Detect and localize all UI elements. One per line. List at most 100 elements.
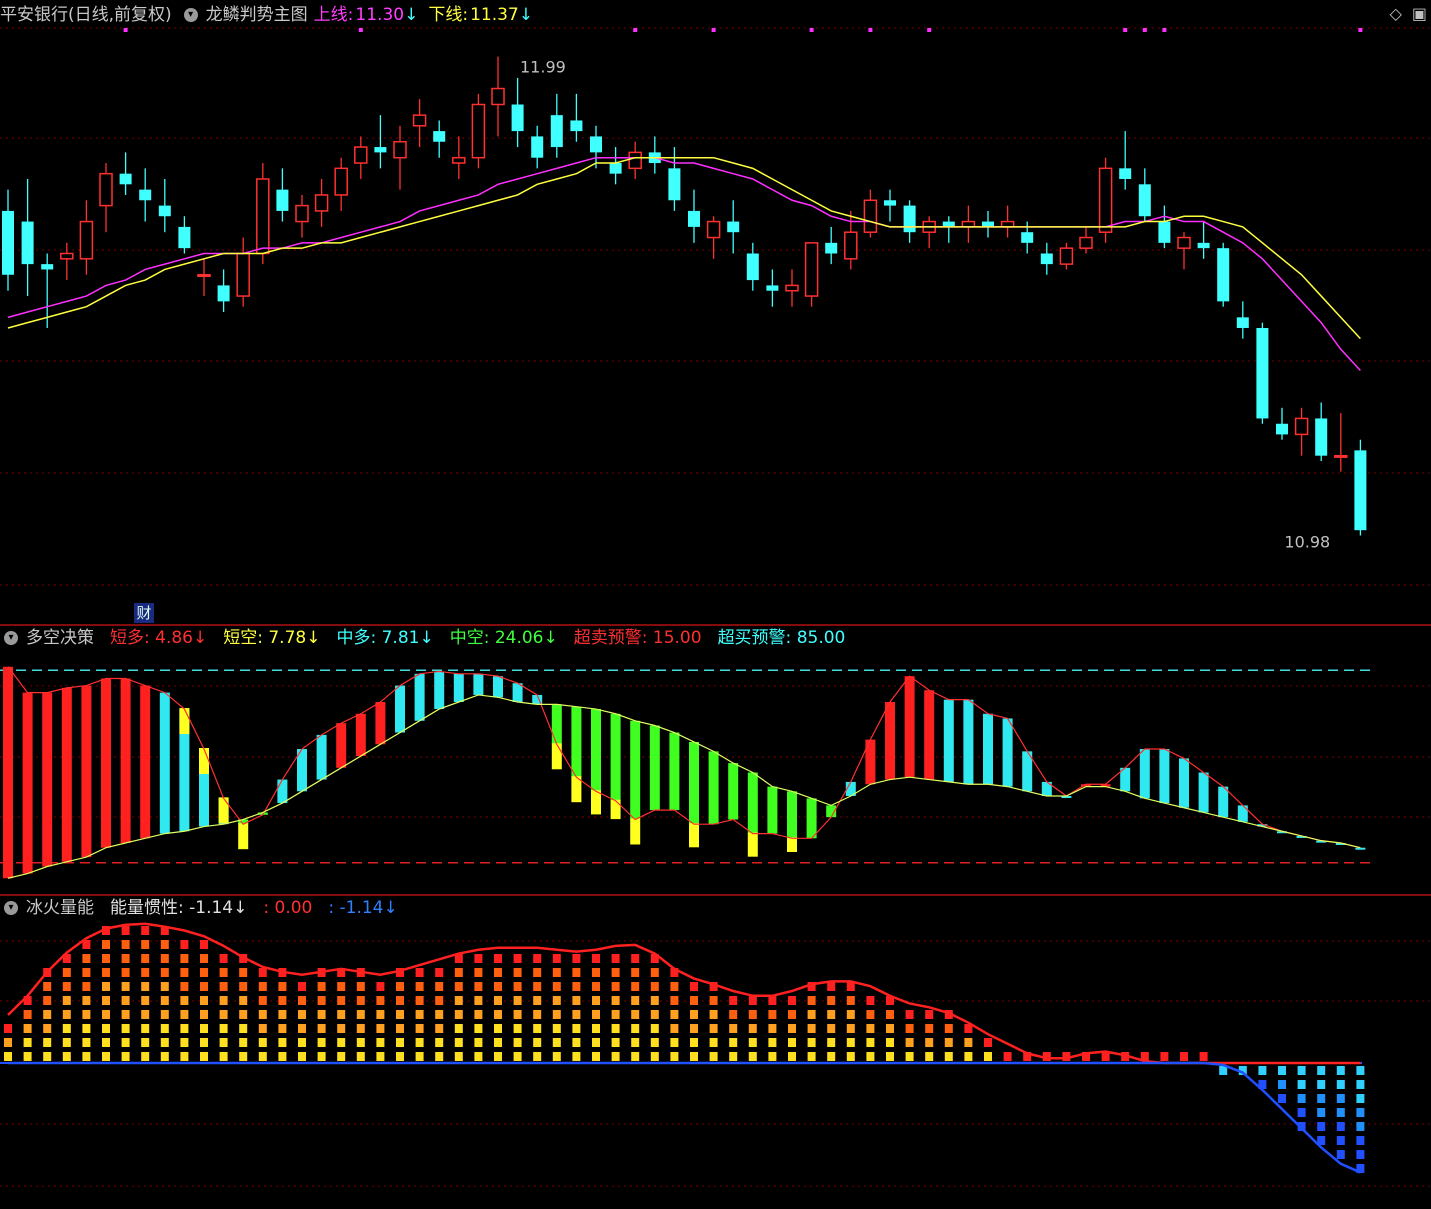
energy-segment (984, 1052, 992, 1061)
energy-segment (82, 954, 91, 963)
energy-segment (141, 982, 150, 991)
dk-bar (943, 699, 954, 782)
dk-fast-bar (787, 837, 797, 852)
energy-segment (258, 996, 267, 1005)
energy-segment (141, 954, 150, 963)
candle-body (1138, 184, 1151, 217)
chart-canvas[interactable]: 11.99 10.98 (0, 0, 1431, 1209)
energy-segment (415, 968, 424, 977)
energy-segment (43, 982, 52, 991)
energy-segment (356, 982, 365, 991)
energy-segment (141, 1024, 150, 1033)
candle-body (804, 242, 819, 297)
energy-segment (102, 1052, 110, 1061)
energy-segment (631, 1038, 640, 1047)
energy-segment (356, 1024, 365, 1033)
energy-segment (631, 1010, 640, 1019)
energy-segment (866, 1038, 875, 1047)
energy-segment (611, 996, 620, 1005)
energy-segment (807, 1010, 816, 1019)
dk-bar (101, 678, 111, 848)
energy-segment (905, 1024, 914, 1033)
candle-body (1315, 418, 1328, 456)
dk-bar (120, 678, 131, 843)
energy-segment (376, 982, 385, 991)
energy-segment (846, 1038, 855, 1047)
candle-body (1177, 236, 1191, 249)
candle-body (903, 205, 916, 233)
energy-segment (513, 996, 522, 1005)
energy-segment (846, 1052, 855, 1061)
energy-segment (611, 968, 620, 977)
dk-bar (453, 673, 464, 702)
energy-segment (102, 954, 110, 963)
energy-segment (141, 1038, 150, 1047)
candle-body (314, 194, 329, 212)
energy-segment (62, 1052, 71, 1061)
energy-segment (729, 1052, 738, 1061)
energy-segment (239, 1052, 248, 1061)
energy-segment (4, 1038, 12, 1047)
energy-segment (317, 1024, 326, 1033)
signal-marker (123, 28, 128, 32)
energy-segment (1278, 1080, 1286, 1089)
candle-body (354, 146, 368, 164)
energy-segment (82, 996, 91, 1005)
energy-segment (1336, 1150, 1345, 1159)
energy-segment (337, 1038, 346, 1047)
energy-segment (905, 1052, 914, 1061)
energy-segment (1297, 1108, 1306, 1117)
candle-body (863, 199, 878, 233)
energy-segment (494, 996, 502, 1005)
energy-segment (1160, 1052, 1169, 1061)
energy-segment (356, 1052, 365, 1061)
dk-fast-bar (218, 797, 229, 824)
energy-segment (964, 1038, 973, 1047)
energy-segment (944, 1024, 953, 1033)
energy-segment (513, 1038, 522, 1047)
energy-segment (513, 1052, 522, 1061)
energy-segment (4, 1052, 12, 1061)
energy-segment (298, 996, 306, 1005)
energy-segment (200, 982, 208, 991)
energy-segment (984, 1038, 992, 1047)
dk-bar (630, 720, 641, 820)
energy-segment (768, 996, 777, 1005)
energy-segment (592, 968, 600, 977)
energy-segment (572, 954, 581, 963)
energy-segment (1003, 1052, 1012, 1061)
dk-bar (140, 685, 151, 839)
energy-segment (454, 1024, 463, 1033)
energy-segment (239, 1024, 248, 1033)
energy-segment (513, 968, 522, 977)
energy-segment (494, 982, 502, 991)
energy-segment (827, 1024, 836, 1033)
energy-segment (650, 996, 659, 1005)
energy-segment (415, 1010, 424, 1019)
candle-body (727, 221, 740, 233)
energy-segment (396, 1010, 404, 1019)
signal-marker (1358, 28, 1363, 32)
energy-segment (258, 1024, 267, 1033)
energy-segment (317, 1010, 326, 1019)
dk-bar (1218, 786, 1229, 818)
energy-segment (748, 1024, 757, 1033)
energy-segment (239, 1038, 248, 1047)
energy-segment (435, 1038, 444, 1047)
candle-body (844, 231, 858, 260)
energy-segment (611, 1010, 620, 1019)
energy-top-line (7, 922, 1361, 1065)
energy-segment (435, 1010, 444, 1019)
energy-segment (435, 982, 444, 991)
energy-segment (258, 968, 267, 977)
energy-segment (611, 1038, 620, 1047)
energy-segment (435, 968, 444, 977)
energy-segment (1336, 1094, 1345, 1103)
candle-body (295, 204, 309, 223)
dk-bar (669, 732, 680, 811)
candle-body (236, 252, 250, 297)
energy-segment (337, 1010, 346, 1019)
energy-segment (670, 982, 679, 991)
energy-segment (944, 1038, 953, 1047)
energy-segment (768, 1024, 777, 1033)
